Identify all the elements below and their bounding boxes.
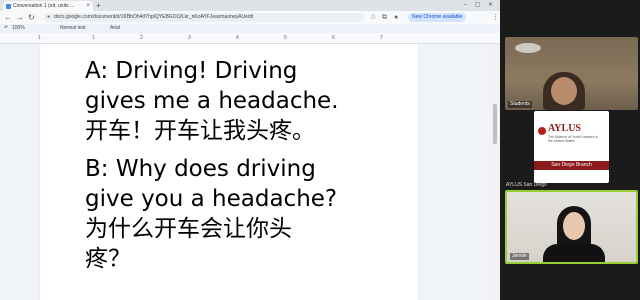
new-chrome-available-button[interactable]: New Chrome available	[408, 13, 467, 22]
font-select[interactable]: Arial	[110, 24, 120, 33]
aylus-title: AYLUS	[548, 123, 581, 134]
ruler-tick: 1	[38, 35, 41, 41]
url-text: docs.google.com/document/d/1KBbOh4d7hpIQ…	[54, 14, 254, 20]
participant-face	[551, 77, 577, 105]
menu-icon[interactable]: ⋮	[492, 13, 499, 22]
participant-face	[563, 212, 585, 240]
profile-icon[interactable]: ●	[394, 13, 398, 22]
aylus-branch: San Diego Branch	[534, 161, 609, 170]
doc-line: A: Driving! Driving	[85, 58, 298, 84]
back-button[interactable]: ←	[4, 12, 12, 23]
participant-tile-aylus[interactable]: AYLUS The Alliance of Youth Leaders in t…	[534, 111, 609, 183]
ruler-tick: 3	[188, 35, 191, 41]
participant-name: Students	[508, 101, 532, 108]
participant-tile-jennie[interactable]: Jennie	[505, 190, 638, 264]
browser-window: Conversation 1 (ed. units ... × + – ▢ ✕ …	[0, 0, 500, 300]
ruler-tick: 6	[332, 35, 335, 41]
scroll-thumb[interactable]	[493, 104, 497, 144]
document-body[interactable]: A: Driving! Driving gives me a headache.…	[85, 56, 415, 274]
new-tab-button[interactable]: +	[96, 0, 101, 11]
lock-icon: ●	[47, 14, 51, 20]
ruler-tick: 1	[92, 35, 95, 41]
address-bar[interactable]: ● docs.google.com/document/d/1KBbOh4d7hp…	[44, 13, 364, 22]
participant-tile-students[interactable]: Students	[505, 37, 638, 110]
aylus-subtitle: The Alliance of Youth Leaders in the Uni…	[548, 135, 599, 143]
ruler-tick: 5	[284, 35, 287, 41]
docs-toolbar: ↶ 100% Normal text Arial	[0, 24, 500, 33]
doc-line: B: Why does driving	[85, 156, 316, 182]
doc-line: 为什么开车会让你头	[85, 216, 292, 242]
window-controls[interactable]: – ▢ ✕	[464, 0, 496, 11]
ruler-tick: 2	[140, 35, 143, 41]
tab-close-icon[interactable]: ×	[86, 1, 90, 11]
extensions-icon[interactable]: ⧉	[382, 13, 387, 22]
ruler-tick: 7	[380, 35, 383, 41]
style-select[interactable]: Normal text	[60, 24, 86, 33]
ruler: 1 1 2 3 4 5 6 7	[0, 33, 500, 44]
doc-line: give you a headache?	[85, 186, 338, 212]
tab-bar: Conversation 1 (ed. units ... × + – ▢ ✕	[0, 0, 500, 11]
doc-line: 疼？	[85, 246, 131, 272]
forward-button[interactable]: →	[16, 12, 24, 23]
doc-line: 开车！开车让我头疼。	[85, 118, 315, 144]
tab-title: Conversation 1 (ed. units ...	[13, 3, 75, 9]
participant-name: Jennie	[510, 253, 529, 260]
aylus-logo-icon	[538, 127, 546, 135]
doc-line: gives me a headache.	[85, 88, 339, 114]
document-page[interactable]: A: Driving! Driving gives me a headache.…	[40, 44, 418, 300]
docs-favicon-icon	[6, 4, 11, 9]
participant-body	[543, 244, 605, 262]
document-canvas: A: Driving! Driving gives me a headache.…	[0, 44, 500, 300]
zoom-select[interactable]: 100%	[12, 24, 25, 33]
ceiling-fan	[515, 43, 541, 53]
browser-toolbar: ← → ↻ ● docs.google.com/document/d/1KBbO…	[0, 11, 500, 24]
tab-conversation[interactable]: Conversation 1 (ed. units ... ×	[3, 1, 93, 11]
reload-button[interactable]: ↻	[28, 12, 35, 23]
ruler-tick: 4	[236, 35, 239, 41]
star-icon[interactable]: ☆	[370, 13, 376, 22]
scrollbar[interactable]	[490, 44, 500, 300]
participant-name: AYLUS San Diego	[506, 182, 547, 188]
undo-icon[interactable]: ↶	[4, 24, 8, 33]
